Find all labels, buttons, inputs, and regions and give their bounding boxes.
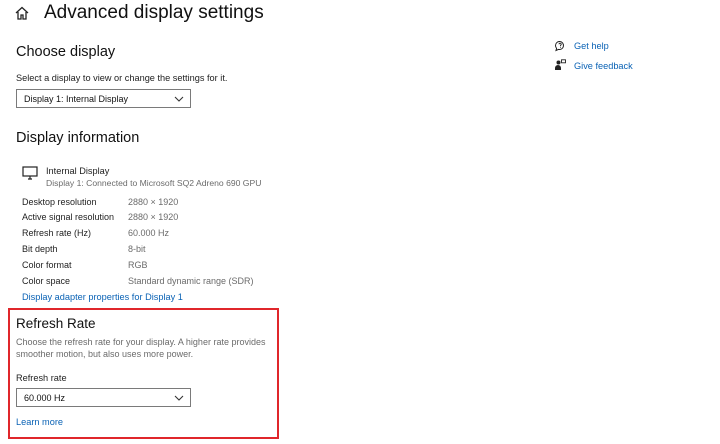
info-label: Desktop resolution — [22, 197, 97, 207]
monitor-name: Internal Display — [46, 166, 110, 176]
info-row-color-format: Color format RGB — [22, 260, 322, 274]
chevron-down-icon — [174, 96, 184, 102]
info-value: Standard dynamic range (SDR) — [128, 276, 254, 286]
chevron-down-icon — [174, 395, 184, 401]
help-icon — [554, 41, 564, 52]
choose-display-heading: Choose display — [16, 44, 116, 60]
refresh-rate-select[interactable]: 60.000 Hz — [16, 388, 191, 407]
info-label: Bit depth — [22, 244, 58, 254]
display-information-heading: Display information — [16, 130, 140, 146]
info-row-color-space: Color space Standard dynamic range (SDR) — [22, 276, 322, 290]
feedback-icon — [555, 59, 566, 70]
refresh-rate-description-line2: smoother motion, but also uses more powe… — [16, 349, 194, 359]
refresh-rate-description-line1: Choose the refresh rate for your display… — [16, 337, 266, 347]
display-select[interactable]: Display 1: Internal Display — [16, 89, 191, 108]
get-help-link[interactable]: Get help — [574, 41, 609, 51]
home-icon[interactable] — [14, 5, 30, 21]
give-feedback-link[interactable]: Give feedback — [574, 61, 633, 71]
monitor-detail: Display 1: Connected to Microsoft SQ2 Ad… — [46, 178, 262, 188]
monitor-icon — [22, 166, 38, 180]
info-value: 2880 × 1920 — [128, 197, 179, 207]
info-label: Refresh rate (Hz) — [22, 228, 92, 238]
info-label: Active signal resolution — [22, 212, 115, 222]
learn-more-link[interactable]: Learn more — [16, 417, 63, 427]
info-value: RGB — [128, 260, 148, 270]
info-value: 60.000 Hz — [128, 228, 170, 238]
info-row-desktop-resolution: Desktop resolution 2880 × 1920 — [22, 197, 322, 211]
info-value: 2880 × 1920 — [128, 212, 179, 222]
refresh-rate-field-label: Refresh rate — [16, 373, 67, 383]
info-row-bit-depth: Bit depth 8-bit — [22, 244, 322, 258]
info-row-active-signal-resolution: Active signal resolution 2880 × 1920 — [22, 212, 322, 226]
display-adapter-link[interactable]: Display adapter properties for Display 1 — [22, 292, 183, 302]
refresh-rate-heading: Refresh Rate — [16, 316, 96, 331]
choose-display-description: Select a display to view or change the s… — [16, 73, 228, 83]
display-select-value: Display 1: Internal Display — [24, 93, 129, 104]
page-title: Advanced display settings — [44, 2, 264, 23]
info-row-refresh-rate: Refresh rate (Hz) 60.000 Hz — [22, 228, 322, 242]
refresh-rate-select-value: 60.000 Hz — [24, 392, 66, 403]
info-value: 8-bit — [128, 244, 146, 254]
info-label: Color format — [22, 260, 72, 270]
info-label: Color space — [22, 276, 71, 286]
